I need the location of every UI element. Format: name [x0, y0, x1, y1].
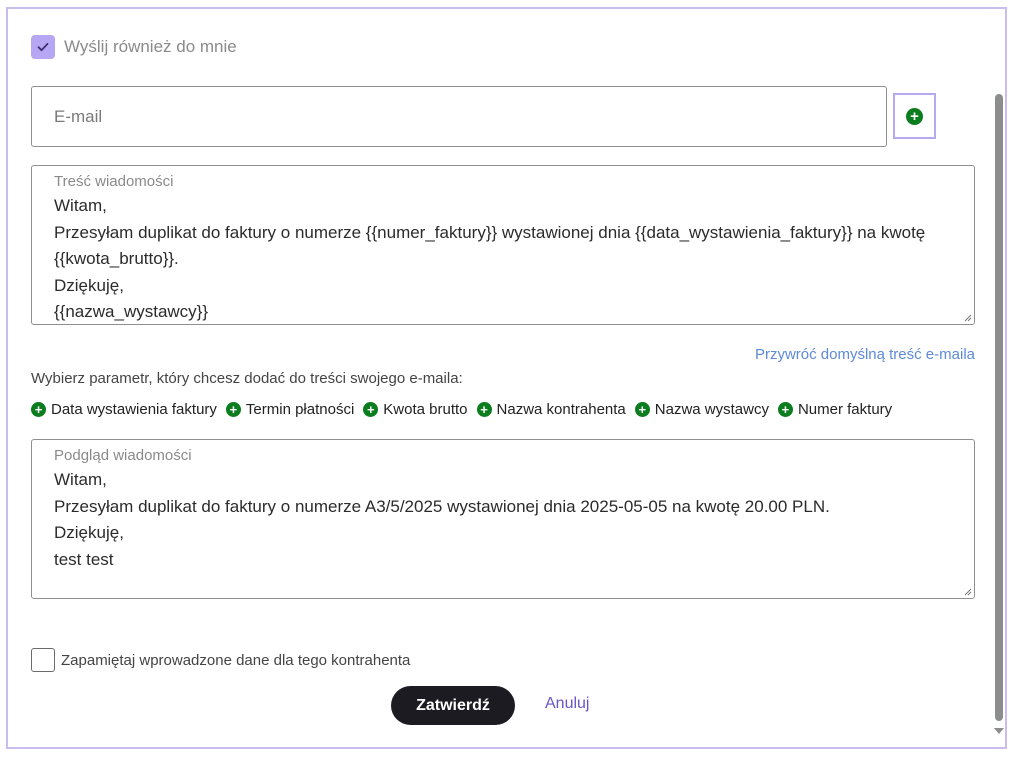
plus-circle-icon: + — [363, 402, 379, 417]
send-copy-label: Wyślij również do mnie — [64, 37, 237, 56]
param-chip-label: Nazwa wystawcy — [654, 401, 769, 418]
email-input[interactable] — [31, 86, 887, 147]
add-email-button[interactable]: + — [893, 93, 936, 139]
choose-param-text: Wybierz parametr, który chcesz dodać do … — [31, 370, 463, 387]
preview-textarea[interactable]: Podgląd wiadomości Witam, Przesyłam dupl… — [31, 439, 975, 599]
param-chip-contractor-name[interactable]: + Nazwa kontrahenta — [476, 401, 626, 418]
remember-checkbox[interactable] — [31, 648, 55, 672]
param-chip-gross-amount[interactable]: + Kwota brutto — [363, 401, 468, 418]
restore-default-link[interactable]: Przywróć domyślną treść e-maila — [755, 346, 975, 363]
param-chip-issuer-name[interactable]: + Nazwa wystawcy — [634, 401, 769, 418]
message-label: Treść wiadomości — [54, 173, 174, 190]
checkmark-icon — [37, 42, 49, 52]
cancel-link[interactable]: Anuluj — [545, 695, 589, 713]
submit-button[interactable]: Zatwierdź — [391, 686, 515, 725]
preview-label: Podgląd wiadomości — [54, 447, 192, 464]
resize-handle-icon[interactable] — [964, 314, 972, 322]
plus-circle-icon: + — [906, 107, 923, 125]
send-copy-checkbox[interactable] — [31, 35, 55, 59]
param-chip-invoice-number[interactable]: + Numer faktury — [777, 401, 893, 418]
message-textarea[interactable]: Treść wiadomości Witam, Przesyłam duplik… — [31, 165, 975, 325]
param-chip-label: Numer faktury — [797, 401, 893, 418]
plus-circle-icon: + — [634, 402, 650, 417]
send-copy-checkbox-row[interactable]: Wyślij również do mnie — [31, 35, 237, 59]
plus-circle-icon: + — [31, 402, 46, 417]
plus-circle-icon: + — [777, 402, 793, 417]
param-chip-label: Termin płatności — [245, 401, 355, 418]
param-chip-payment-term[interactable]: + Termin płatności — [225, 401, 355, 418]
preview-content: Witam, Przesyłam duplikat do faktury o n… — [54, 470, 830, 569]
scrollbar-thumb[interactable] — [995, 94, 1003, 721]
resize-handle-icon[interactable] — [964, 588, 972, 596]
remember-label: Zapamiętaj wprowadzone dane dla tego kon… — [61, 651, 411, 669]
scrollbar[interactable] — [993, 10, 1005, 746]
plus-circle-icon: + — [225, 402, 241, 417]
param-chip-list: + Data wystawienia faktury + Termin płat… — [31, 401, 892, 418]
param-chip-label: Nazwa kontrahenta — [496, 401, 626, 418]
param-chip-issue-date[interactable]: + Data wystawienia faktury — [31, 401, 217, 418]
message-content[interactable]: Witam, Przesyłam duplikat do faktury o n… — [54, 193, 952, 324]
scroll-down-arrow-icon[interactable] — [994, 728, 1004, 734]
plus-circle-icon: + — [476, 402, 492, 417]
remember-checkbox-row[interactable]: Zapamiętaj wprowadzone dane dla tego kon… — [31, 648, 410, 672]
param-chip-label: Kwota brutto — [383, 401, 468, 418]
param-chip-label: Data wystawienia faktury — [51, 401, 217, 418]
